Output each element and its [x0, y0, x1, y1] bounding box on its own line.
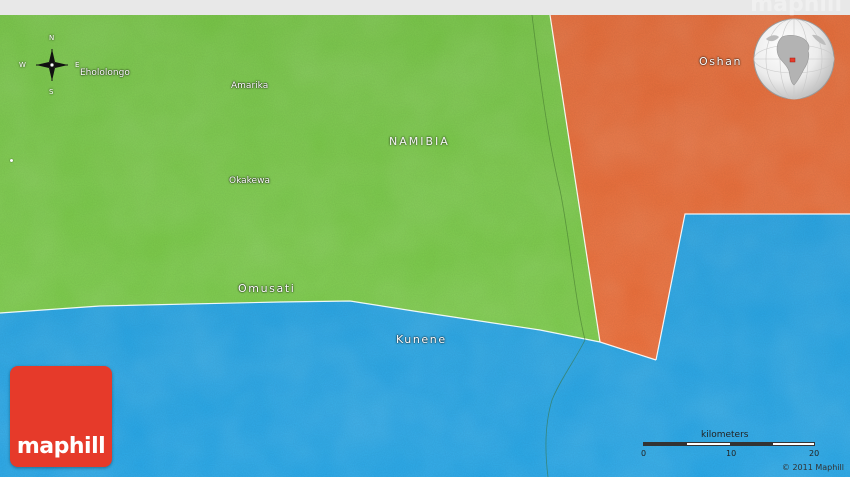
maphill-watermark: maphill	[750, 0, 842, 17]
town-label-ehololongo[interactable]: Ehololongo	[80, 69, 130, 78]
scale-tick-0: 0	[641, 449, 647, 458]
compass-west-label: W	[19, 61, 26, 69]
scale-segment	[644, 443, 687, 445]
globe-locator	[753, 18, 835, 100]
map-top-strip	[0, 0, 850, 15]
scale-tick-20: 20	[809, 449, 820, 458]
maphill-logo-text: maphill	[16, 434, 106, 459]
compass-north-label: N	[49, 34, 55, 42]
scale-title: kilometers	[701, 430, 749, 440]
region-label-kunene[interactable]: Kunene	[396, 334, 447, 345]
scale-bar-graphic	[643, 442, 815, 446]
scale-bar: kilometers 0 10 20	[641, 430, 823, 460]
scale-segment	[730, 443, 773, 445]
region-label-omusati[interactable]: Omusati	[238, 283, 295, 294]
region-label-oshana[interactable]: Oshan	[699, 56, 742, 67]
town-dot	[10, 159, 13, 162]
copyright-notice: © 2011 Maphill	[781, 463, 844, 472]
country-label[interactable]: NAMIBIA	[389, 136, 450, 147]
maphill-logo[interactable]: maphill	[10, 366, 112, 467]
scale-tick-10: 10	[726, 449, 737, 458]
map-container: N S E W Ehololongo Amarika Okakewa NAMIB…	[0, 0, 850, 477]
location-marker	[789, 57, 796, 63]
compass-south-label: S	[49, 88, 54, 96]
relief-gradient	[0, 15, 850, 477]
compass-east-label: E	[75, 61, 80, 69]
town-label-okakewa[interactable]: Okakewa	[229, 177, 270, 186]
town-label-amarika[interactable]: Amarika	[231, 82, 268, 91]
